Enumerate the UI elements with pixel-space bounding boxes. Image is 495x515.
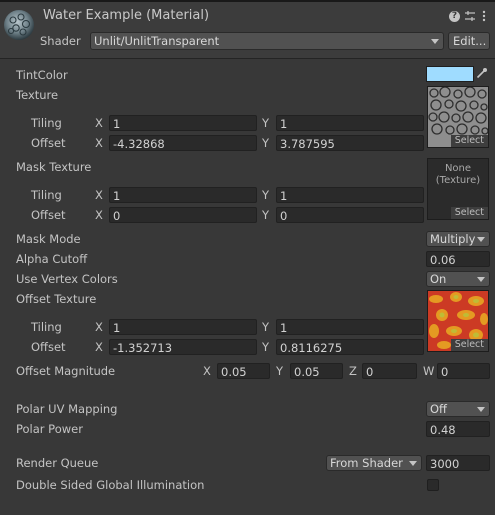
mask-mode-label: Mask Mode xyxy=(16,232,81,246)
polar-uv-label: Polar UV Mapping xyxy=(16,402,118,416)
offset-tex-tiling-label: Tiling xyxy=(31,320,62,334)
alpha-cutoff-label: Alpha Cutoff xyxy=(16,252,88,266)
offset-magnitude-label: Offset Magnitude xyxy=(16,364,116,378)
texture-tiling-x-axis: X xyxy=(95,116,103,130)
magnitude-z-axis: Z xyxy=(349,364,357,378)
edit-shader-button[interactable]: Edit... xyxy=(448,32,490,50)
mask-tiling-x-field[interactable]: 1 xyxy=(109,187,257,203)
mask-texture-slot[interactable]: None (Texture) Select xyxy=(427,158,489,220)
mask-texture-label: Mask Texture xyxy=(16,160,92,174)
mask-tiling-y-axis: Y xyxy=(262,188,270,202)
shader-dropdown[interactable]: Unlit/UnlitTransparent xyxy=(90,32,444,50)
render-queue-dropdown[interactable]: From Shader xyxy=(326,455,422,471)
chevron-down-icon xyxy=(477,237,485,242)
chevron-down-icon xyxy=(477,407,485,412)
texture-tiling-x-field[interactable]: 1 xyxy=(109,115,257,131)
mask-offset-y-field[interactable]: 0 xyxy=(276,207,424,223)
texture-offset-y-field[interactable]: 3.787595 xyxy=(276,135,424,151)
chevron-down-icon xyxy=(409,461,417,466)
offset-tex-tiling-y-field[interactable]: 1 xyxy=(276,319,424,335)
tint-color-label: TintColor xyxy=(16,68,68,82)
material-icon xyxy=(3,9,35,41)
mask-texture-select-button[interactable]: Select xyxy=(450,207,488,219)
offset-texture-label: Offset Texture xyxy=(16,292,97,306)
mask-offset-x-field[interactable]: 0 xyxy=(109,207,257,223)
mask-offset-x-axis: X xyxy=(95,208,103,222)
alpha-cutoff-field[interactable]: 0.06 xyxy=(426,251,490,267)
polar-power-field[interactable]: 0.48 xyxy=(426,421,490,437)
magnitude-y-field[interactable]: 0.05 xyxy=(290,363,343,379)
shader-value: Unlit/UnlitTransparent xyxy=(94,34,220,48)
magnitude-x-field[interactable]: 0.05 xyxy=(217,363,270,379)
vertex-colors-label: Use Vertex Colors xyxy=(16,272,118,286)
mask-tiling-label: Tiling xyxy=(31,188,62,202)
mask-mode-dropdown[interactable]: Multiply xyxy=(426,231,490,247)
mask-none-label: None xyxy=(444,163,472,174)
polar-uv-dropdown[interactable]: Off xyxy=(426,401,490,417)
mask-offset-y-axis: Y xyxy=(262,208,270,222)
vertex-colors-dropdown[interactable]: On xyxy=(426,271,490,287)
offset-tex-offset-y-field[interactable]: 0.8116275 xyxy=(276,339,424,355)
chevron-down-icon xyxy=(477,277,485,282)
polar-power-label: Polar Power xyxy=(16,422,83,436)
offset-texture-thumbnail[interactable]: Select xyxy=(427,290,489,352)
texture-thumbnail[interactable]: Select xyxy=(427,86,489,148)
magnitude-w-field[interactable]: 0 xyxy=(437,363,490,379)
material-title: Water Example (Material) xyxy=(43,8,210,23)
offset-tex-offset-label: Offset xyxy=(31,340,66,354)
shader-label: Shader xyxy=(40,34,81,48)
mask-texture-type-label: (Texture) xyxy=(435,175,481,186)
texture-offset-x-axis: X xyxy=(95,136,103,150)
magnitude-w-axis: W xyxy=(423,364,435,378)
texture-offset-y-axis: Y xyxy=(262,136,270,150)
kebab-menu-icon[interactable] xyxy=(481,10,487,22)
offset-tex-offset-y-axis: Y xyxy=(262,340,270,354)
offset-texture-select-button[interactable]: Select xyxy=(450,339,488,351)
tint-color-swatch[interactable] xyxy=(426,66,474,82)
mask-offset-label: Offset xyxy=(31,208,66,222)
offset-tex-tiling-y-axis: Y xyxy=(262,320,270,334)
magnitude-x-axis: X xyxy=(203,364,211,378)
eyedropper-icon[interactable] xyxy=(476,67,488,79)
help-icon[interactable]: ? xyxy=(449,11,460,22)
magnitude-y-axis: Y xyxy=(276,364,284,378)
texture-select-button[interactable]: Select xyxy=(450,135,488,147)
offset-tex-offset-x-field[interactable]: -1.352713 xyxy=(109,339,257,355)
texture-offset-x-field[interactable]: -4.32868 xyxy=(109,135,257,151)
double-sided-gi-label: Double Sided Global Illumination xyxy=(16,478,205,492)
magnitude-z-field[interactable]: 0 xyxy=(362,363,417,379)
chevron-down-icon xyxy=(431,39,439,44)
offset-tex-offset-x-axis: X xyxy=(95,340,103,354)
mask-tiling-y-field[interactable]: 1 xyxy=(276,187,424,203)
texture-tiling-y-axis: Y xyxy=(262,116,270,130)
texture-offset-label: Offset xyxy=(31,136,66,150)
texture-label: Texture xyxy=(16,88,59,102)
texture-tiling-label: Tiling xyxy=(31,116,62,130)
texture-tiling-y-field[interactable]: 1 xyxy=(276,115,424,131)
offset-tex-tiling-x-field[interactable]: 1 xyxy=(109,319,257,335)
offset-tex-tiling-x-axis: X xyxy=(95,320,103,334)
render-queue-label: Render Queue xyxy=(16,456,99,470)
double-sided-gi-checkbox[interactable] xyxy=(427,479,439,491)
render-queue-field[interactable]: 3000 xyxy=(426,455,490,471)
sliders-icon[interactable] xyxy=(464,10,476,22)
mask-tiling-x-axis: X xyxy=(95,188,103,202)
